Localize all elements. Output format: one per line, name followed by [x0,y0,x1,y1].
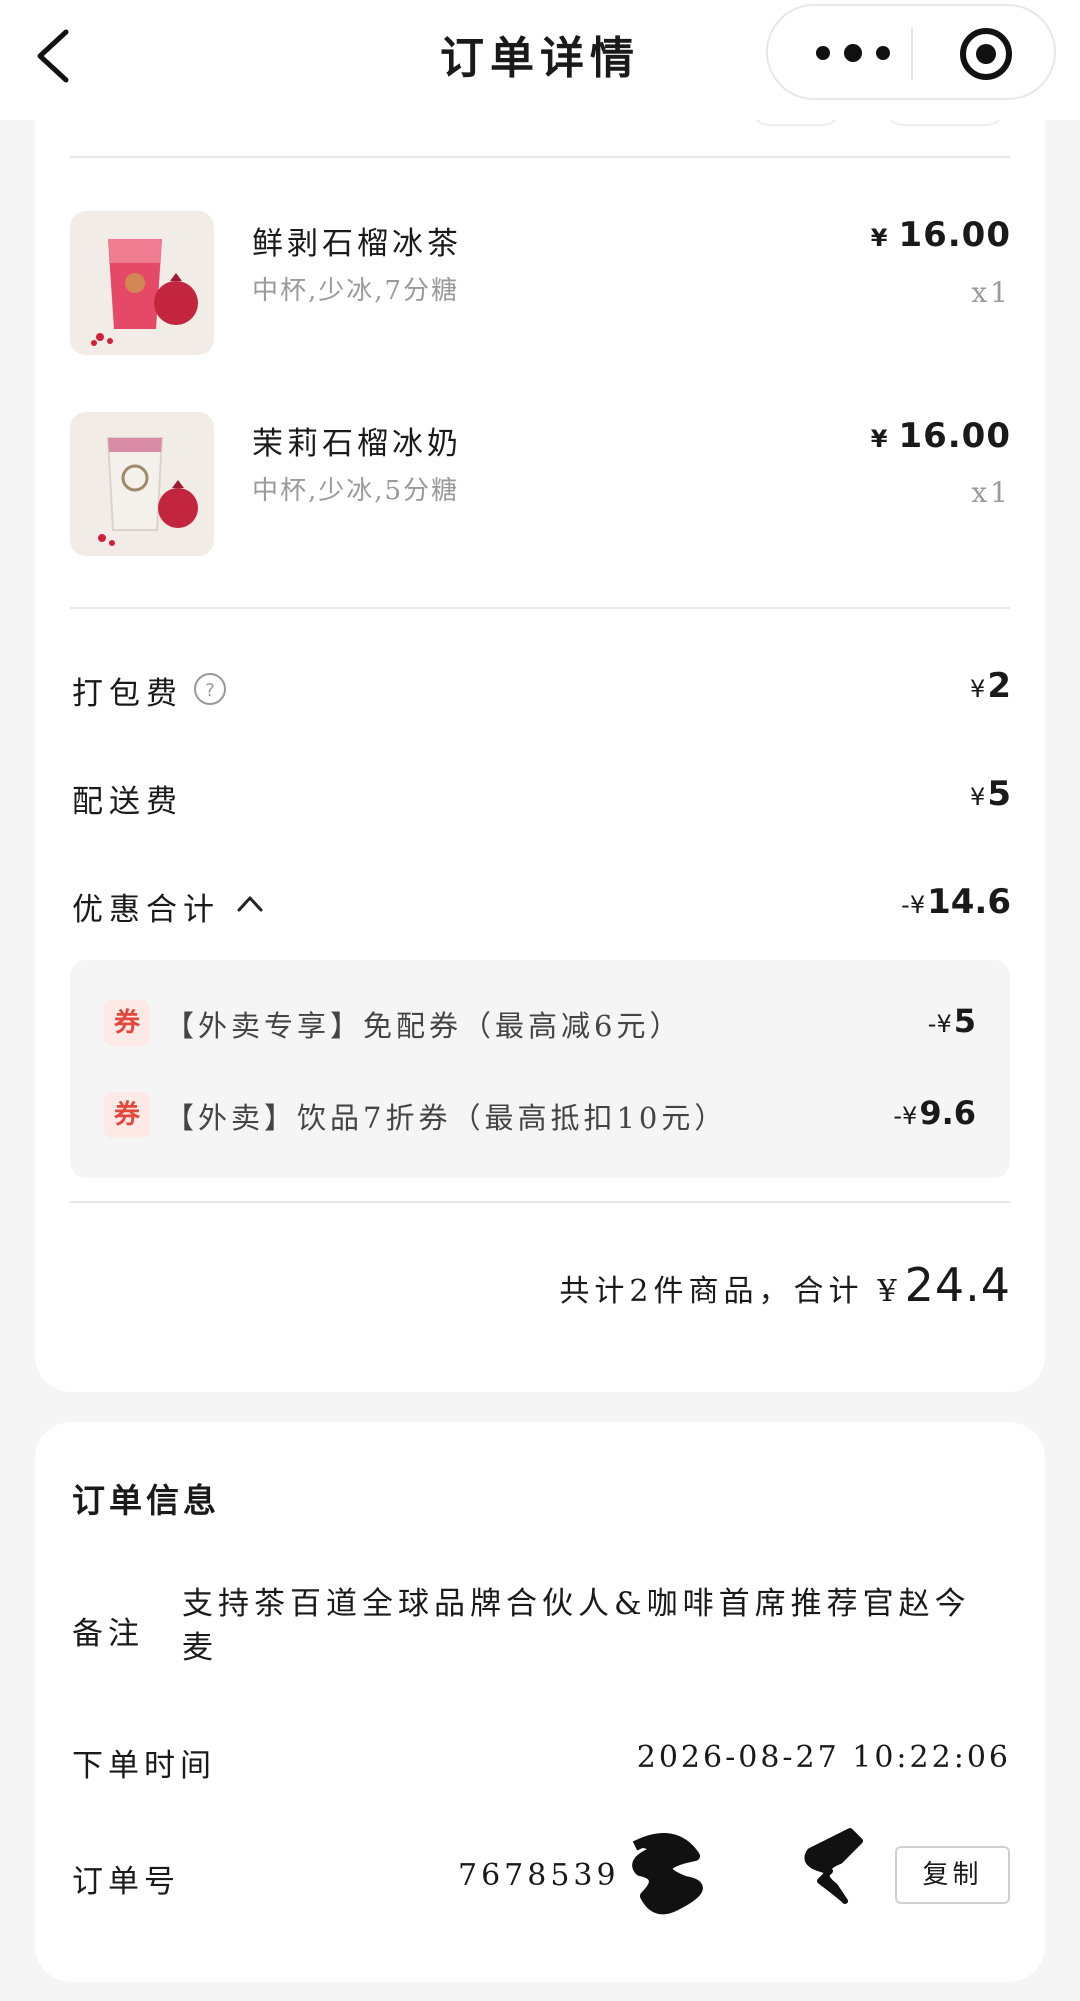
currency-symbol: -¥ [901,891,926,919]
currency-symbol: ¥ [870,224,889,252]
coupon-value: -¥9.6 [893,1094,976,1132]
coupon-amount: 9.6 [919,1094,976,1132]
currency-symbol: -¥ [927,1010,952,1038]
coupon-badge: 券 [104,1000,150,1046]
nav-bar: 订单详情 [0,0,1080,120]
total-amount: 24.4 [904,1258,1011,1312]
coupon-text: 【外卖专享】免配券（最高减6元） [165,1009,683,1043]
product-price: ¥16.00 [871,416,1011,456]
more-dots-icon[interactable] [808,38,898,68]
remark-label: 备注 [72,1616,144,1652]
target-icon[interactable] [958,26,1014,82]
coupon-amount: 5 [953,1002,976,1040]
redaction-scribble [804,1828,863,1904]
mini-program-capsule [766,4,1056,100]
delivery-fee-value: ¥5 [970,774,1011,814]
redaction-scribble [632,1833,703,1915]
total-text: 共计2件商品，合计 [559,1274,864,1309]
product-name: 鲜剥石榴冰茶 [252,226,462,262]
coupon-value: -¥5 [928,1002,976,1040]
currency-symbol: ¥ [970,675,986,703]
currency-symbol: ¥ [870,425,889,453]
product-spec: 中杯,少冰,7分糖 [252,276,460,306]
divider [70,156,1010,158]
coupon-text: 【外卖】饮品7折券（最高抵扣10元） [165,1101,728,1135]
capsule-divider [911,28,913,80]
packing-fee-value: ¥2 [970,666,1011,706]
pomegranate-milk-image [70,412,214,556]
discount-total-label[interactable]: 优惠合计 [72,884,220,929]
product-spec: 中杯,少冰,5分糖 [252,476,460,506]
order-total: 共计2件商品，合计 ¥ 24.4 [559,1258,1011,1312]
remark-text: 支持茶百道全球品牌合伙人&咖啡首席推荐官赵今麦 [182,1586,971,1666]
help-icon[interactable]: ? [193,672,227,706]
fee-amount: 2 [987,666,1011,706]
product-name: 茉莉石榴冰奶 [252,426,462,462]
svg-text:?: ? [205,680,215,701]
fee-amount: 14.6 [927,882,1011,922]
coupon-badge: 券 [104,1092,150,1138]
coupon-list: 券 【外卖专享】免配券（最高减6元） -¥5 券 【外卖】饮品7折券（最高抵扣1… [70,960,1010,1178]
price-value: 16.00 [898,416,1011,456]
product-image[interactable] [70,412,214,556]
product-price: ¥16.00 [871,215,1011,255]
currency-symbol: ¥ [877,1274,897,1309]
price-value: 16.00 [898,215,1011,255]
pomegranate-tea-image [70,211,214,355]
chevron-up-icon[interactable] [235,892,265,914]
product-qty: x1 [971,276,1011,309]
order-number-value: 7678539 [458,1858,620,1893]
product-image[interactable] [70,211,214,355]
discount-total-value: -¥14.6 [901,882,1011,922]
section-title: 订单信息 [72,1481,220,1520]
order-time-value: 2026-08-27 10:22:06 [636,1740,1011,1775]
delivery-fee-label: 配送费 [72,784,183,820]
order-number-label: 订单号 [72,1864,180,1900]
product-qty: x1 [971,476,1011,509]
divider [70,1201,1010,1203]
currency-symbol: ¥ [970,783,986,811]
copy-button[interactable]: 复制 [895,1846,1010,1904]
order-time-label: 下单时间 [72,1748,216,1784]
fee-amount: 5 [987,774,1011,814]
order-info-card: 订单信息 备注 支持茶百道全球品牌合伙人&咖啡首席推荐官赵今麦 下单时间 202… [35,1422,1045,1982]
packing-fee-label: 打包费 [72,676,183,712]
order-card: 鲜剥石榴冰茶 中杯,少冰,7分糖 ¥16.00 x1 茉莉石榴冰奶 中杯,少冰,… [35,90,1045,1392]
currency-symbol: -¥ [893,1102,918,1130]
divider [70,607,1010,609]
